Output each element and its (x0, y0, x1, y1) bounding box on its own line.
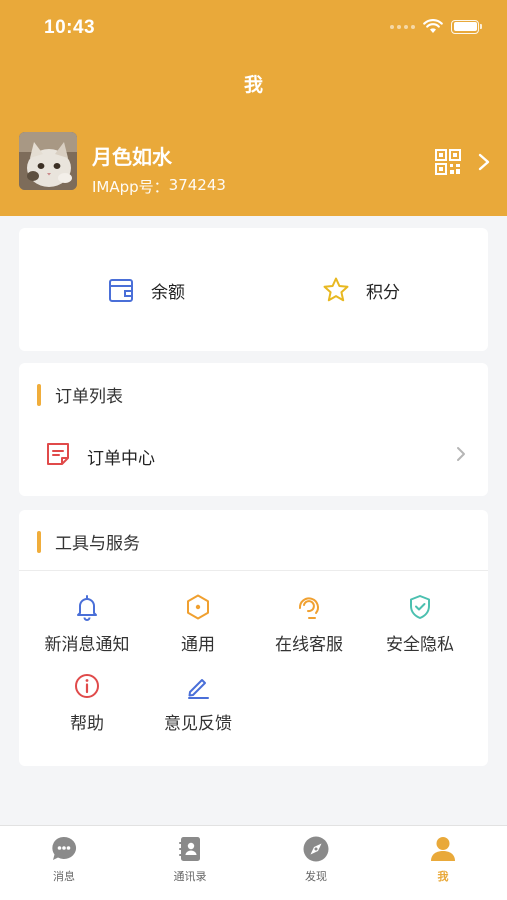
chevron-right-icon (457, 447, 465, 461)
person-icon (431, 837, 455, 861)
tool-label: 安全隐私 (386, 635, 454, 655)
tool-feedback[interactable]: 意见反馈 (138, 672, 258, 734)
user-name: 月色如水 (92, 145, 172, 169)
contacts-icon (179, 837, 200, 861)
tools-section-header: 工具与服务 (37, 529, 140, 554)
tools-section-title: 工具与服务 (55, 534, 140, 554)
orders-card: 订单列表 订单中心 (19, 363, 488, 496)
headset-icon (298, 597, 319, 619)
points-button[interactable]: 积分 (322, 276, 400, 304)
tools-card: 工具与服务 新消息通知 通用 在线客服 安全隐私 帮助 意见反馈 (19, 510, 488, 766)
tool-notifications[interactable]: 新消息通知 (27, 593, 147, 655)
tool-label: 通用 (181, 635, 215, 655)
tool-security-privacy[interactable]: 安全隐私 (360, 593, 480, 655)
wifi-icon (423, 19, 443, 33)
star-icon (323, 277, 349, 302)
profile-header: 10:43 我 月色如水 IMApp号： 374243 (0, 0, 507, 216)
tab-me[interactable]: 我 (393, 834, 493, 884)
qr-code-icon[interactable] (434, 148, 462, 176)
order-note-icon (47, 443, 69, 465)
tab-label: 我 (437, 870, 449, 883)
user-id-value: 374243 (168, 176, 226, 194)
signal-icon (390, 24, 415, 29)
compass-icon (303, 836, 329, 862)
shield-icon (410, 595, 430, 619)
order-center-row[interactable]: 订单中心 (19, 437, 488, 471)
points-label: 积分 (366, 282, 400, 303)
status-bar: 10:43 (0, 0, 507, 56)
balance-label: 余额 (151, 282, 185, 303)
status-time: 10:43 (44, 17, 96, 38)
wallet-icon (109, 279, 133, 302)
bell-icon (77, 595, 97, 621)
orders-section-title: 订单列表 (55, 387, 123, 407)
order-center-label: 订单中心 (87, 449, 155, 469)
divider (19, 570, 488, 571)
tab-label: 通讯录 (173, 870, 207, 883)
tool-label: 在线客服 (275, 635, 343, 655)
tool-general[interactable]: 通用 (138, 593, 258, 655)
chevron-right-icon[interactable] (474, 151, 494, 173)
user-id: IMApp号： 374243 (92, 176, 226, 197)
tab-label: 消息 (53, 870, 75, 883)
tab-contacts[interactable]: 通讯录 (140, 834, 240, 884)
pencil-icon (188, 679, 209, 699)
tab-discover[interactable]: 发现 (266, 834, 366, 884)
tool-online-service[interactable]: 在线客服 (249, 593, 369, 655)
section-accent-bar (37, 383, 41, 406)
avatar[interactable] (19, 132, 77, 190)
tab-label: 发现 (305, 870, 327, 883)
tool-label: 新消息通知 (44, 635, 130, 655)
tab-messages[interactable]: 消息 (14, 834, 114, 884)
page-title: 我 (243, 74, 263, 96)
tool-label: 意见反馈 (164, 714, 232, 734)
section-accent-bar (37, 530, 41, 553)
orders-section-header: 订单列表 (37, 382, 123, 407)
cat-avatar-image (19, 132, 77, 190)
chat-icon (52, 836, 77, 860)
balance-button[interactable]: 余额 (107, 276, 185, 304)
tool-help[interactable]: 帮助 (27, 672, 147, 734)
bottom-tab-bar: 消息 通讯录 发现 我 (0, 825, 507, 900)
wallet-card: 余额 积分 (19, 228, 488, 351)
info-icon (75, 674, 99, 698)
battery-icon (451, 19, 482, 34)
status-icons (390, 19, 482, 34)
user-id-label: IMApp号： (92, 178, 169, 196)
tool-label: 帮助 (70, 714, 104, 734)
hexagon-icon (187, 594, 209, 620)
